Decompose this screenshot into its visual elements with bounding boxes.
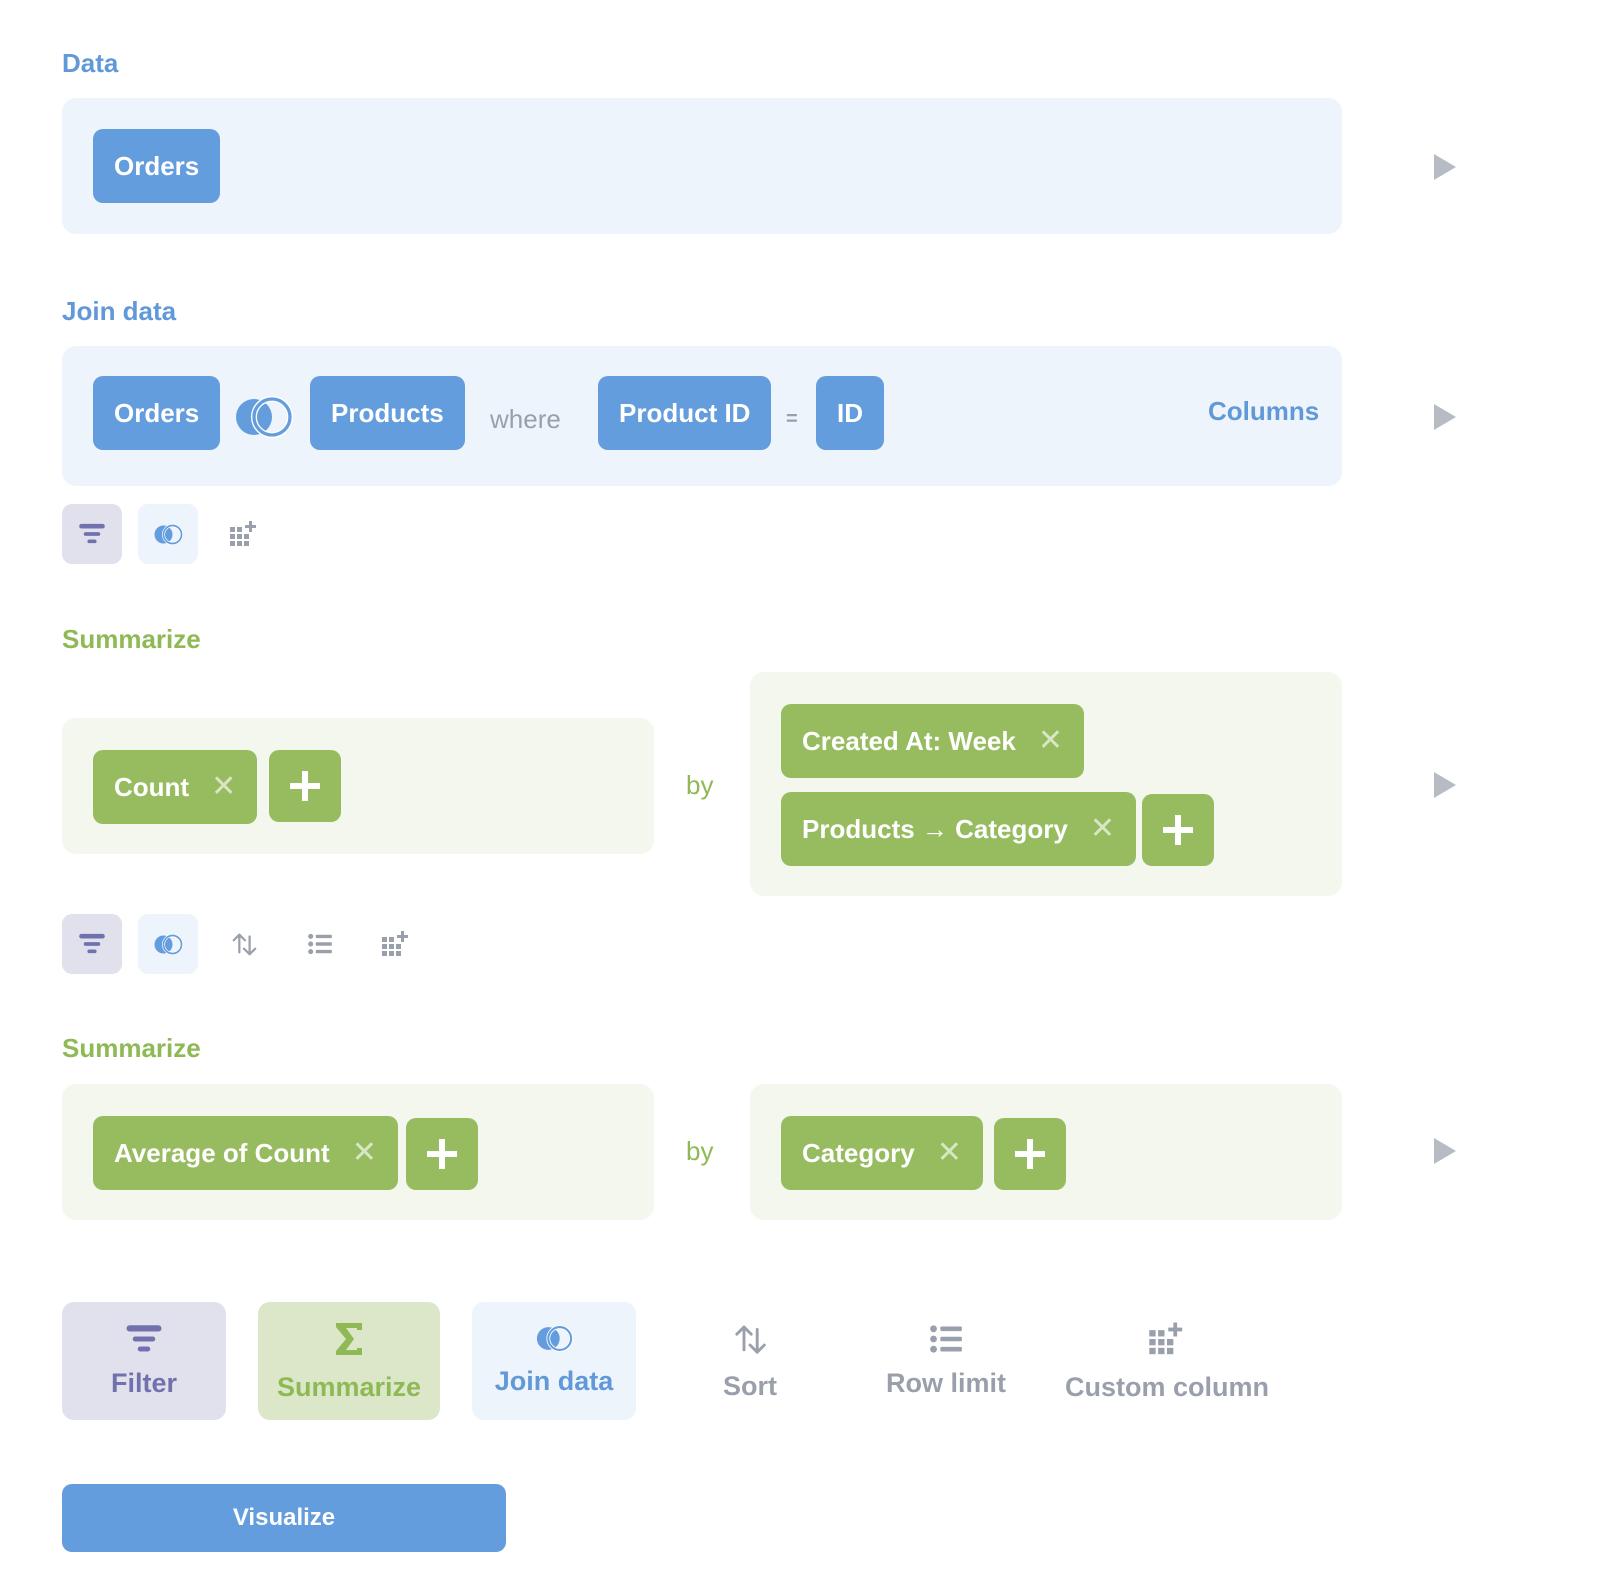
- join-right-table-pill[interactable]: Products: [310, 376, 465, 450]
- summarize-1-quick-sort-button[interactable]: [214, 914, 274, 974]
- metric-pill[interactable]: Average of Count ✕: [93, 1116, 398, 1190]
- data-step-title: Data: [62, 48, 119, 78]
- breakout-label: Products → Category: [802, 813, 1068, 844]
- summarize-1-breakouts-panel: Created At: Week ✕ Products → Category ✕: [750, 672, 1342, 896]
- join-step-panel: Orders Products where Product ID = ID Co…: [62, 346, 1342, 486]
- summarize-step-2-title: Summarize: [62, 1033, 201, 1063]
- join-left-table-pill[interactable]: Orders: [93, 376, 221, 450]
- plus-icon: [1013, 1137, 1047, 1171]
- join-step-preview-play-icon[interactable]: [1432, 402, 1458, 432]
- join-step-title: Join data: [62, 296, 177, 326]
- join-left-field-pill[interactable]: Product ID: [598, 376, 772, 450]
- summarize-1-preview-play-icon[interactable]: [1432, 770, 1458, 800]
- sort-icon: [732, 1321, 768, 1357]
- data-step-panel: Orders: [62, 98, 1342, 234]
- summarize-1-quick-join-button[interactable]: [138, 914, 198, 974]
- summarize-2-by-label: by: [686, 1136, 714, 1166]
- join-quick-custom-column-button[interactable]: [214, 504, 274, 564]
- add-metric-button[interactable]: [406, 1118, 478, 1190]
- row-limit-icon: [307, 933, 333, 955]
- join-icon: [153, 934, 183, 955]
- summarize-action-label: Summarize: [276, 1371, 422, 1402]
- custom-column-icon: [381, 929, 411, 959]
- remove-icon[interactable]: ✕: [1090, 814, 1115, 844]
- custom-column-icon: [229, 519, 259, 549]
- plus-icon: [425, 1137, 459, 1171]
- filter-action-button[interactable]: Filter: [62, 1302, 226, 1420]
- sort-icon: [230, 930, 258, 958]
- summarize-2-preview-play-icon[interactable]: [1432, 1136, 1458, 1166]
- metric-label: Average of Count: [114, 1137, 330, 1168]
- remove-icon[interactable]: ✕: [211, 772, 236, 802]
- filter-action-label: Filter: [110, 1367, 177, 1398]
- join-quick-join-button[interactable]: [138, 504, 198, 564]
- join-icon: [153, 524, 183, 545]
- add-breakout-button[interactable]: [1142, 794, 1214, 866]
- summarize-1-by-label: by: [686, 770, 714, 800]
- join-operator[interactable]: =: [786, 408, 798, 431]
- summarize-1-quick-custom-column-button[interactable]: [366, 914, 426, 974]
- row-limit-action-button[interactable]: Row limit: [864, 1302, 1028, 1420]
- breakout-pill[interactable]: Products → Category ✕: [781, 792, 1136, 866]
- summarize-1-quick-filter-button[interactable]: [62, 914, 122, 974]
- sigma-icon: [334, 1320, 364, 1358]
- breakout-pill[interactable]: Created At: Week ✕: [781, 704, 1084, 778]
- visualize-button[interactable]: Visualize: [62, 1484, 506, 1552]
- sort-action-label: Sort: [723, 1370, 777, 1401]
- summarize-2-metrics-panel: Average of Count ✕: [62, 1084, 654, 1220]
- breakout-label: Created At: Week: [802, 725, 1016, 756]
- custom-column-action-button[interactable]: Custom column: [1060, 1302, 1274, 1420]
- join-left-icon[interactable]: [231, 396, 295, 438]
- join-icon: [535, 1325, 573, 1352]
- add-metric-button[interactable]: [269, 750, 341, 822]
- custom-column-icon: [1148, 1320, 1186, 1358]
- summarize-action-button[interactable]: Summarize: [258, 1302, 440, 1420]
- join-action-label: Join data: [494, 1366, 614, 1396]
- filter-icon: [78, 523, 106, 545]
- plus-icon: [1161, 813, 1195, 847]
- metric-pill[interactable]: Count ✕: [93, 750, 258, 824]
- remove-icon[interactable]: ✕: [937, 1138, 962, 1168]
- filter-icon: [125, 1324, 163, 1354]
- join-right-field-pill[interactable]: ID: [816, 376, 884, 450]
- join-where-label: where: [490, 404, 561, 434]
- add-breakout-button[interactable]: [994, 1118, 1066, 1190]
- filter-icon: [78, 933, 106, 955]
- source-table-pill[interactable]: Orders: [93, 129, 221, 203]
- plus-icon: [288, 769, 322, 803]
- custom-column-action-label: Custom column: [1064, 1371, 1269, 1402]
- join-columns-link[interactable]: Columns: [1208, 396, 1319, 427]
- join-quick-filter-button[interactable]: [62, 504, 122, 564]
- data-step-preview-play-icon[interactable]: [1432, 152, 1458, 182]
- summarize-1-quick-row-limit-button[interactable]: [290, 914, 350, 974]
- join-action-button[interactable]: Join data: [472, 1302, 636, 1420]
- breakout-label: Category: [802, 1137, 915, 1168]
- summarize-step-1-title: Summarize: [62, 624, 201, 654]
- sort-action-button[interactable]: Sort: [668, 1302, 832, 1420]
- row-limit-action-label: Row limit: [886, 1367, 1006, 1398]
- summarize-1-metrics-panel: Count ✕: [62, 718, 654, 854]
- breakout-pill[interactable]: Category ✕: [781, 1116, 983, 1190]
- remove-icon[interactable]: ✕: [1038, 726, 1063, 756]
- summarize-2-breakouts-panel: Category ✕: [750, 1084, 1342, 1220]
- remove-icon[interactable]: ✕: [352, 1138, 377, 1168]
- row-limit-icon: [929, 1324, 963, 1354]
- metric-label: Count: [114, 771, 190, 802]
